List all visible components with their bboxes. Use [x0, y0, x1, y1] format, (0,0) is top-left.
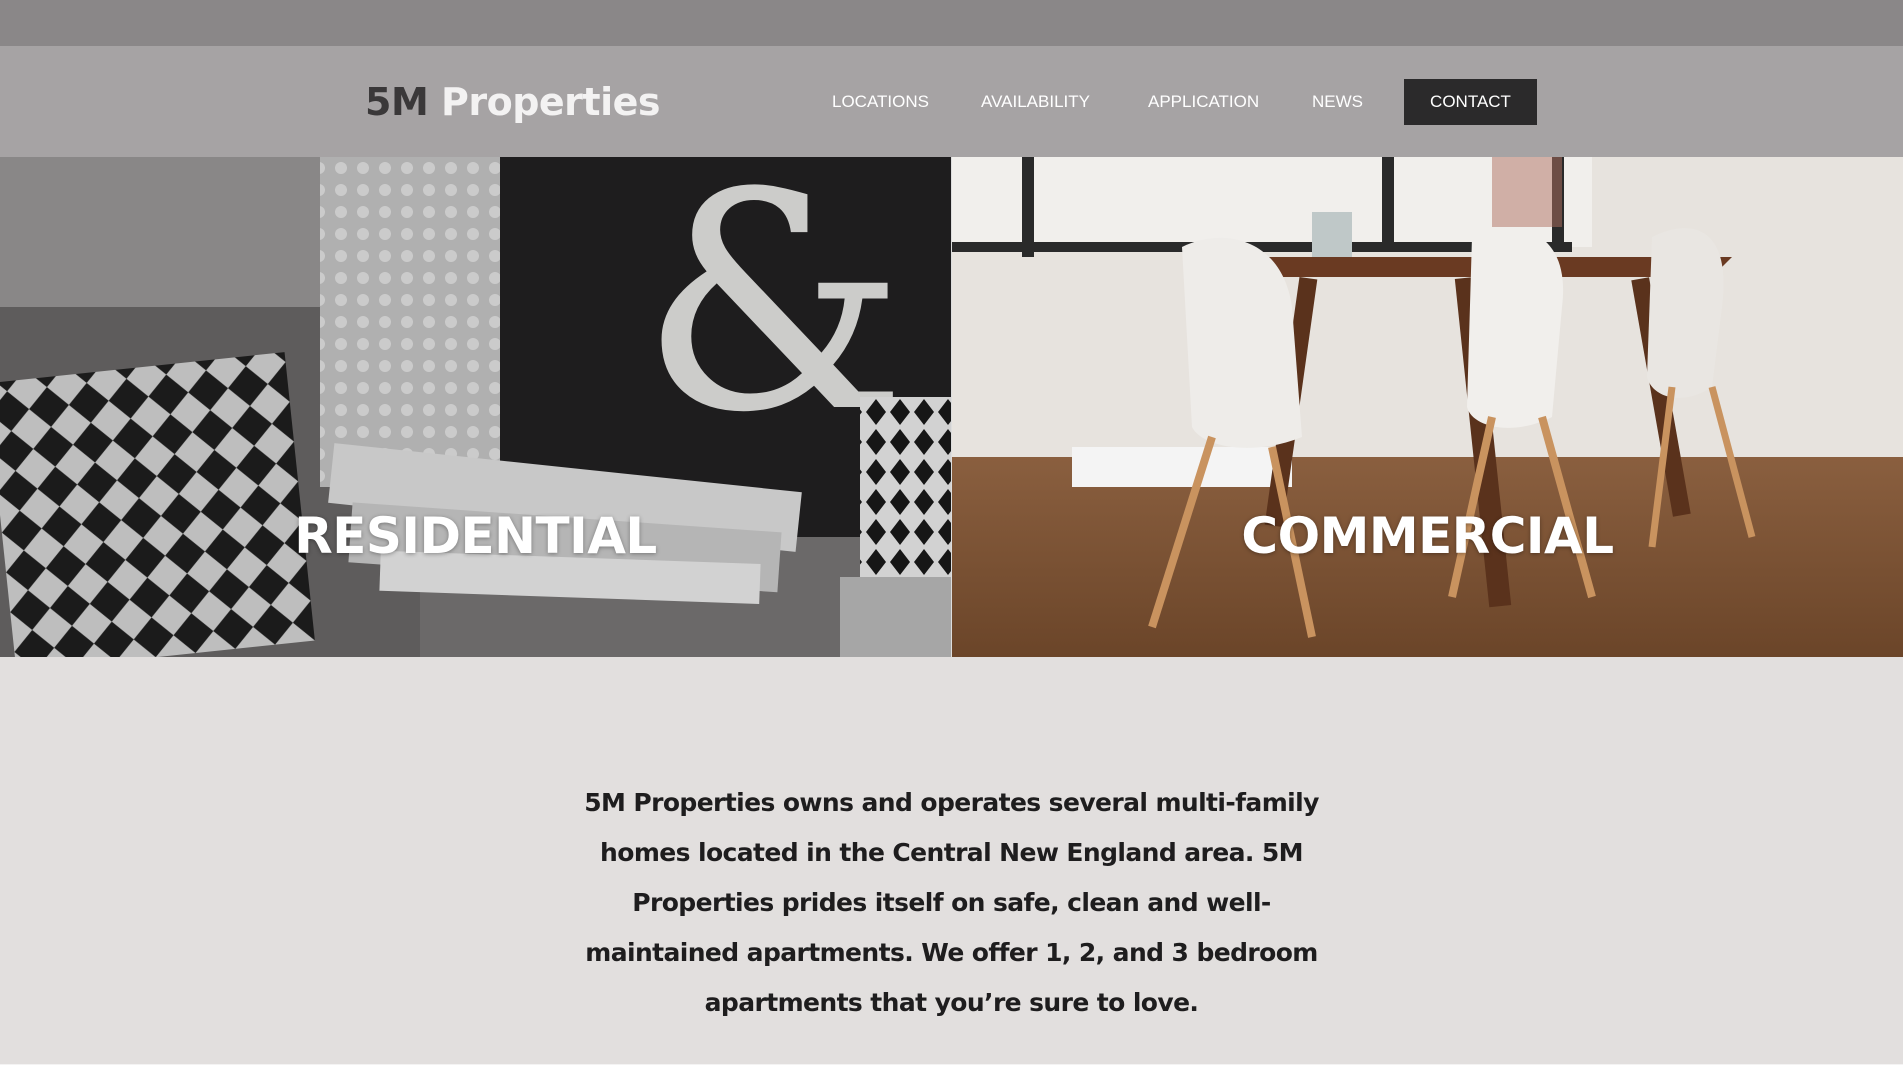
nav-contact-button[interactable]: CONTACT — [1404, 79, 1537, 125]
residential-tile[interactable]: & RESIDENTIAL — [0, 157, 951, 657]
commercial-label: COMMERCIAL — [1241, 507, 1614, 565]
commercial-photo — [952, 157, 1903, 657]
nav-locations[interactable]: LOCATIONS — [832, 79, 929, 125]
commercial-tile[interactable]: COMMERCIAL — [952, 157, 1903, 657]
site-header — [0, 46, 1903, 157]
logo-properties: Properties — [441, 80, 661, 124]
site-logo[interactable]: 5M Properties — [365, 78, 661, 126]
residential-label: RESIDENTIAL — [294, 507, 657, 565]
residential-photo: & — [0, 157, 951, 657]
tile-divider — [951, 157, 952, 657]
logo-5m: 5M — [365, 80, 429, 124]
intro-paragraph: 5M Properties owns and operates several … — [584, 788, 1319, 1017]
nav-news[interactable]: NEWS — [1312, 79, 1363, 125]
top-strip — [0, 0, 1903, 46]
nav-availability[interactable]: AVAILABILITY — [981, 79, 1090, 125]
nav-application[interactable]: APPLICATION — [1148, 79, 1259, 125]
